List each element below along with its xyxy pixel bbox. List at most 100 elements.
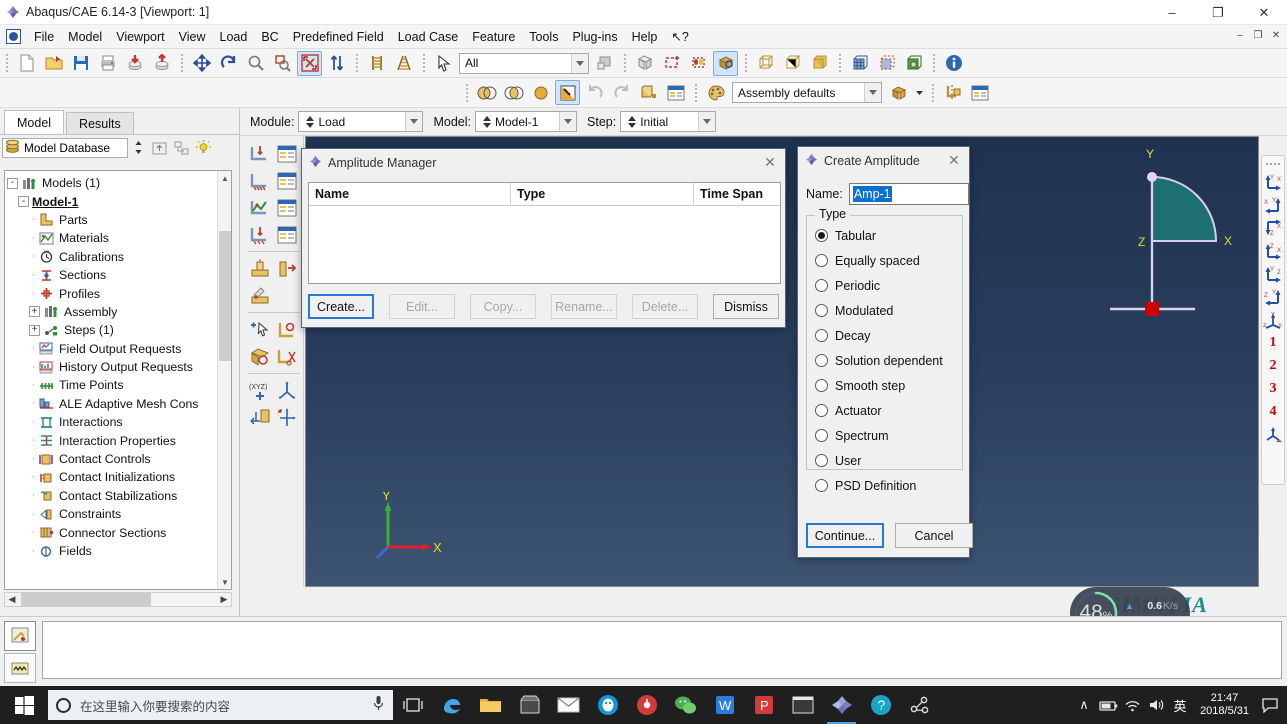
shaded-icon[interactable] [807, 51, 832, 76]
mail-icon[interactable] [549, 686, 588, 724]
file-explorer-icon[interactable] [471, 686, 510, 724]
tree-item-profiles[interactable]: ‧ Profiles [7, 284, 231, 302]
undo-icon[interactable] [582, 80, 607, 105]
window-close-button[interactable]: ✕ [1241, 0, 1287, 25]
chevron-down-icon[interactable] [698, 112, 716, 131]
radio-button-icon[interactable] [815, 429, 828, 442]
radio-button-icon[interactable] [815, 229, 828, 242]
create-amplitude-dialog[interactable]: Create Amplitude ✕ Name: Amp-1 Type Tabu… [797, 146, 973, 558]
model-combo[interactable]: Model-1 [475, 111, 578, 132]
fill-icon[interactable] [528, 80, 553, 105]
ime-indicator[interactable]: 英 [1168, 686, 1192, 724]
view-zy-icon[interactable]: YZ [1262, 285, 1284, 308]
instance-manager-icon[interactable] [663, 80, 688, 105]
display-group-icon[interactable] [632, 51, 657, 76]
window-maximize-button[interactable]: ❐ [1195, 0, 1241, 25]
selection-filter-combo[interactable]: All [459, 52, 589, 74]
tree-item-model-1[interactable]: - Model-1 [7, 192, 231, 210]
menu-feature[interactable]: Feature [465, 27, 522, 47]
start-button-icon[interactable] [0, 686, 48, 724]
app-menu-icon[interactable] [6, 29, 21, 44]
radio-button-icon[interactable] [815, 379, 828, 392]
close-icon[interactable]: ✕ [757, 151, 783, 173]
amplitude-manager-dialog[interactable]: Amplitude Manager ✕ Name Type Time Span … [301, 148, 786, 328]
continue-button[interactable]: Continue... [806, 523, 884, 548]
hidden-line-icon[interactable] [780, 51, 805, 76]
radio-button-icon[interactable] [815, 329, 828, 342]
pan-icon[interactable] [189, 51, 214, 76]
window-minimize-button[interactable]: – [1149, 0, 1195, 25]
load-case-manager-icon[interactable] [273, 221, 300, 248]
scroll-left-arrow-icon[interactable]: ◀ [5, 593, 19, 606]
create-set-icon[interactable] [246, 316, 273, 343]
xyz-point-icon[interactable]: (XYZ) [246, 377, 273, 404]
scroll-right-arrow-icon[interactable]: ▶ [217, 593, 231, 606]
qq-icon[interactable] [588, 686, 627, 724]
create-load-case-icon[interactable] [246, 221, 273, 248]
menu-plugins[interactable]: Plug-ins [565, 27, 624, 47]
amplitude-type-spectrum[interactable]: Spectrum [807, 423, 962, 448]
tree-vertical-scrollbar[interactable]: ▲ ▼ [217, 171, 231, 589]
pdf-icon[interactable]: P [744, 686, 783, 724]
tree-item-fields[interactable]: ‧ Fields [7, 542, 231, 560]
predefined-field-manager-icon[interactable] [273, 194, 300, 221]
menu-load[interactable]: Load [213, 27, 255, 47]
chevron-down-icon[interactable] [559, 112, 577, 131]
save-icon[interactable] [68, 51, 93, 76]
tree-item-models-1[interactable]: - Models (1) [7, 174, 231, 192]
set-manager-icon[interactable] [967, 80, 992, 105]
datum-plane-icon[interactable] [246, 404, 273, 431]
amplitude-name-input[interactable]: Amp-1 [848, 183, 969, 205]
tree-item-contact-initializations[interactable]: ‧ Contact Initializations [7, 468, 231, 486]
scroll-thumb[interactable] [219, 231, 231, 361]
new-file-icon[interactable] [14, 51, 39, 76]
sort-icon[interactable] [324, 51, 349, 76]
menu-bc[interactable]: BC [254, 27, 285, 47]
amplitude-type-psd-definition[interactable]: PSD Definition [807, 473, 962, 498]
edge-icon[interactable] [432, 686, 471, 724]
tree-item-constraints[interactable]: ‧ Constraints [7, 505, 231, 523]
step-combo[interactable]: Initial [620, 111, 717, 132]
boundary-display-icon[interactable] [874, 51, 899, 76]
part-display-icon[interactable] [901, 51, 926, 76]
create-connector-icon[interactable] [246, 255, 273, 282]
tree-item-connector-sections[interactable]: ‧ Connector Sections [7, 523, 231, 541]
module-spinner[interactable] [304, 112, 315, 131]
share-icon[interactable] [900, 686, 939, 724]
menu-load-case[interactable]: Load Case [391, 27, 465, 47]
datum-csys-create-icon[interactable] [273, 404, 300, 431]
iso-view-icon[interactable]: YZX [1262, 308, 1284, 331]
wechat-icon[interactable] [666, 686, 705, 724]
cube-dropdown-icon[interactable] [886, 80, 911, 105]
amplitude-type-user[interactable]: User [807, 448, 962, 473]
radio-button-icon[interactable] [815, 479, 828, 492]
amplitude-type-smooth-step[interactable]: Smooth step [807, 373, 962, 398]
radio-button-icon[interactable] [815, 304, 828, 317]
view-zx2-icon[interactable]: ZX [1262, 239, 1284, 262]
wifi-icon[interactable] [1120, 686, 1144, 724]
amplitude-type-modulated[interactable]: Modulated [807, 298, 962, 323]
tree-item-interaction-properties[interactable]: ‧ Interaction Properties [7, 431, 231, 449]
search-input[interactable]: 在这里输入你要搜索的内容 [48, 690, 393, 720]
menu-view[interactable]: View [172, 27, 213, 47]
microphone-icon[interactable] [372, 695, 385, 715]
tree-item-contact-stabilizations[interactable]: ‧ Contact Stabilizations [7, 487, 231, 505]
message-output-box[interactable] [42, 621, 1282, 679]
color-palette-icon[interactable] [703, 80, 728, 105]
tree-sort-icon[interactable] [129, 138, 147, 158]
tree-item-interactions[interactable]: ‧ Interactions [7, 413, 231, 431]
tree-toggle-icon[interactable]: + [29, 324, 40, 336]
task-view-icon[interactable] [393, 686, 432, 724]
radio-button-icon[interactable] [815, 254, 828, 267]
abaqus-icon[interactable] [822, 686, 861, 724]
bc-manager-icon[interactable] [273, 167, 300, 194]
menu-viewport[interactable]: Viewport [109, 27, 171, 47]
cut-icon[interactable] [273, 343, 300, 370]
tree-item-calibrations[interactable]: ‧ Calibrations [7, 248, 231, 266]
cancel-button[interactable]: Cancel [895, 523, 973, 548]
tree-filter-icon[interactable] [171, 138, 191, 158]
chevron-down-icon[interactable] [913, 80, 925, 105]
zoom-icon[interactable] [243, 51, 268, 76]
intersect-icon[interactable] [501, 80, 526, 105]
tree-item-steps-1[interactable]: + Steps (1) [7, 321, 231, 339]
